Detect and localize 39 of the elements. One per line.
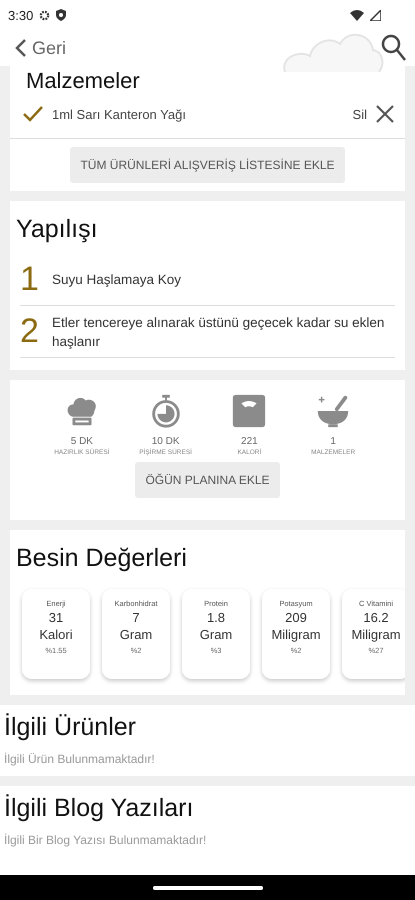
section-title: Malzemeler — [26, 68, 141, 94]
add-to-shopping-list-button[interactable]: TÜM ÜRÜNLERİ ALIŞVERİŞ LİSTESİNE EKLE — [70, 147, 345, 183]
status-time: 3:30 — [8, 8, 34, 22]
stat-value: 5 DK — [70, 436, 93, 447]
nutrient-amount: 209 — [285, 610, 307, 625]
remove-label[interactable]: Sil — [352, 106, 367, 122]
step-text: Suyu Haşlamaya Koy — [52, 271, 182, 289]
section-title: İlgili Blog Yazıları — [4, 794, 194, 823]
ingredient-name: 1ml Sarı Kanteron Yağı — [52, 106, 187, 122]
step-number: 1 — [20, 260, 40, 299]
home-indicator[interactable] — [152, 886, 262, 890]
nutrient-amount: 7 — [132, 610, 140, 625]
step-text: Etler tencereye alınarak üstünü geçecek kadar su eklen haşlanır — [52, 314, 386, 350]
nutrient-unit: Miligram — [271, 627, 321, 642]
stat-value: 10 DK — [152, 436, 180, 447]
nutrient-unit: Gram — [120, 627, 152, 642]
nutrient-unit: Gram — [200, 627, 232, 642]
add-to-meal-plan-button[interactable]: ÖĞÜN PLANINA EKLE — [135, 462, 280, 498]
nutrient-amount: 16.2 — [363, 610, 389, 625]
shield-icon — [56, 9, 66, 21]
wifi-icon — [350, 10, 364, 20]
back-icon[interactable] — [14, 38, 28, 58]
section-title: Yapılışı — [15, 214, 99, 245]
step-number: 2 — [20, 312, 40, 351]
empty-message: İlgili Ürün Bulunmamaktadır! — [4, 752, 156, 766]
nutrient-amount: 1.8 — [206, 610, 226, 625]
section-title: İlgili Ürünler — [4, 713, 137, 742]
back-button[interactable]: Geri — [14, 38, 66, 58]
signal-icon — [370, 10, 381, 20]
stat-value: 1 — [330, 436, 336, 447]
search-icon[interactable] — [381, 34, 407, 62]
checkmark-icon[interactable] — [22, 105, 44, 123]
stat-value: 221 — [241, 436, 258, 447]
section-title: Besin Değerleri — [15, 543, 188, 574]
close-icon[interactable] — [375, 104, 395, 124]
nutrient-unit: Kalori — [39, 627, 73, 642]
nutrient-amount: 31 — [48, 610, 64, 625]
empty-message: İlgili Bir Blog Yazısı Bulunmamaktadır! — [4, 833, 208, 847]
nutrient-unit: Miligram — [351, 627, 401, 642]
